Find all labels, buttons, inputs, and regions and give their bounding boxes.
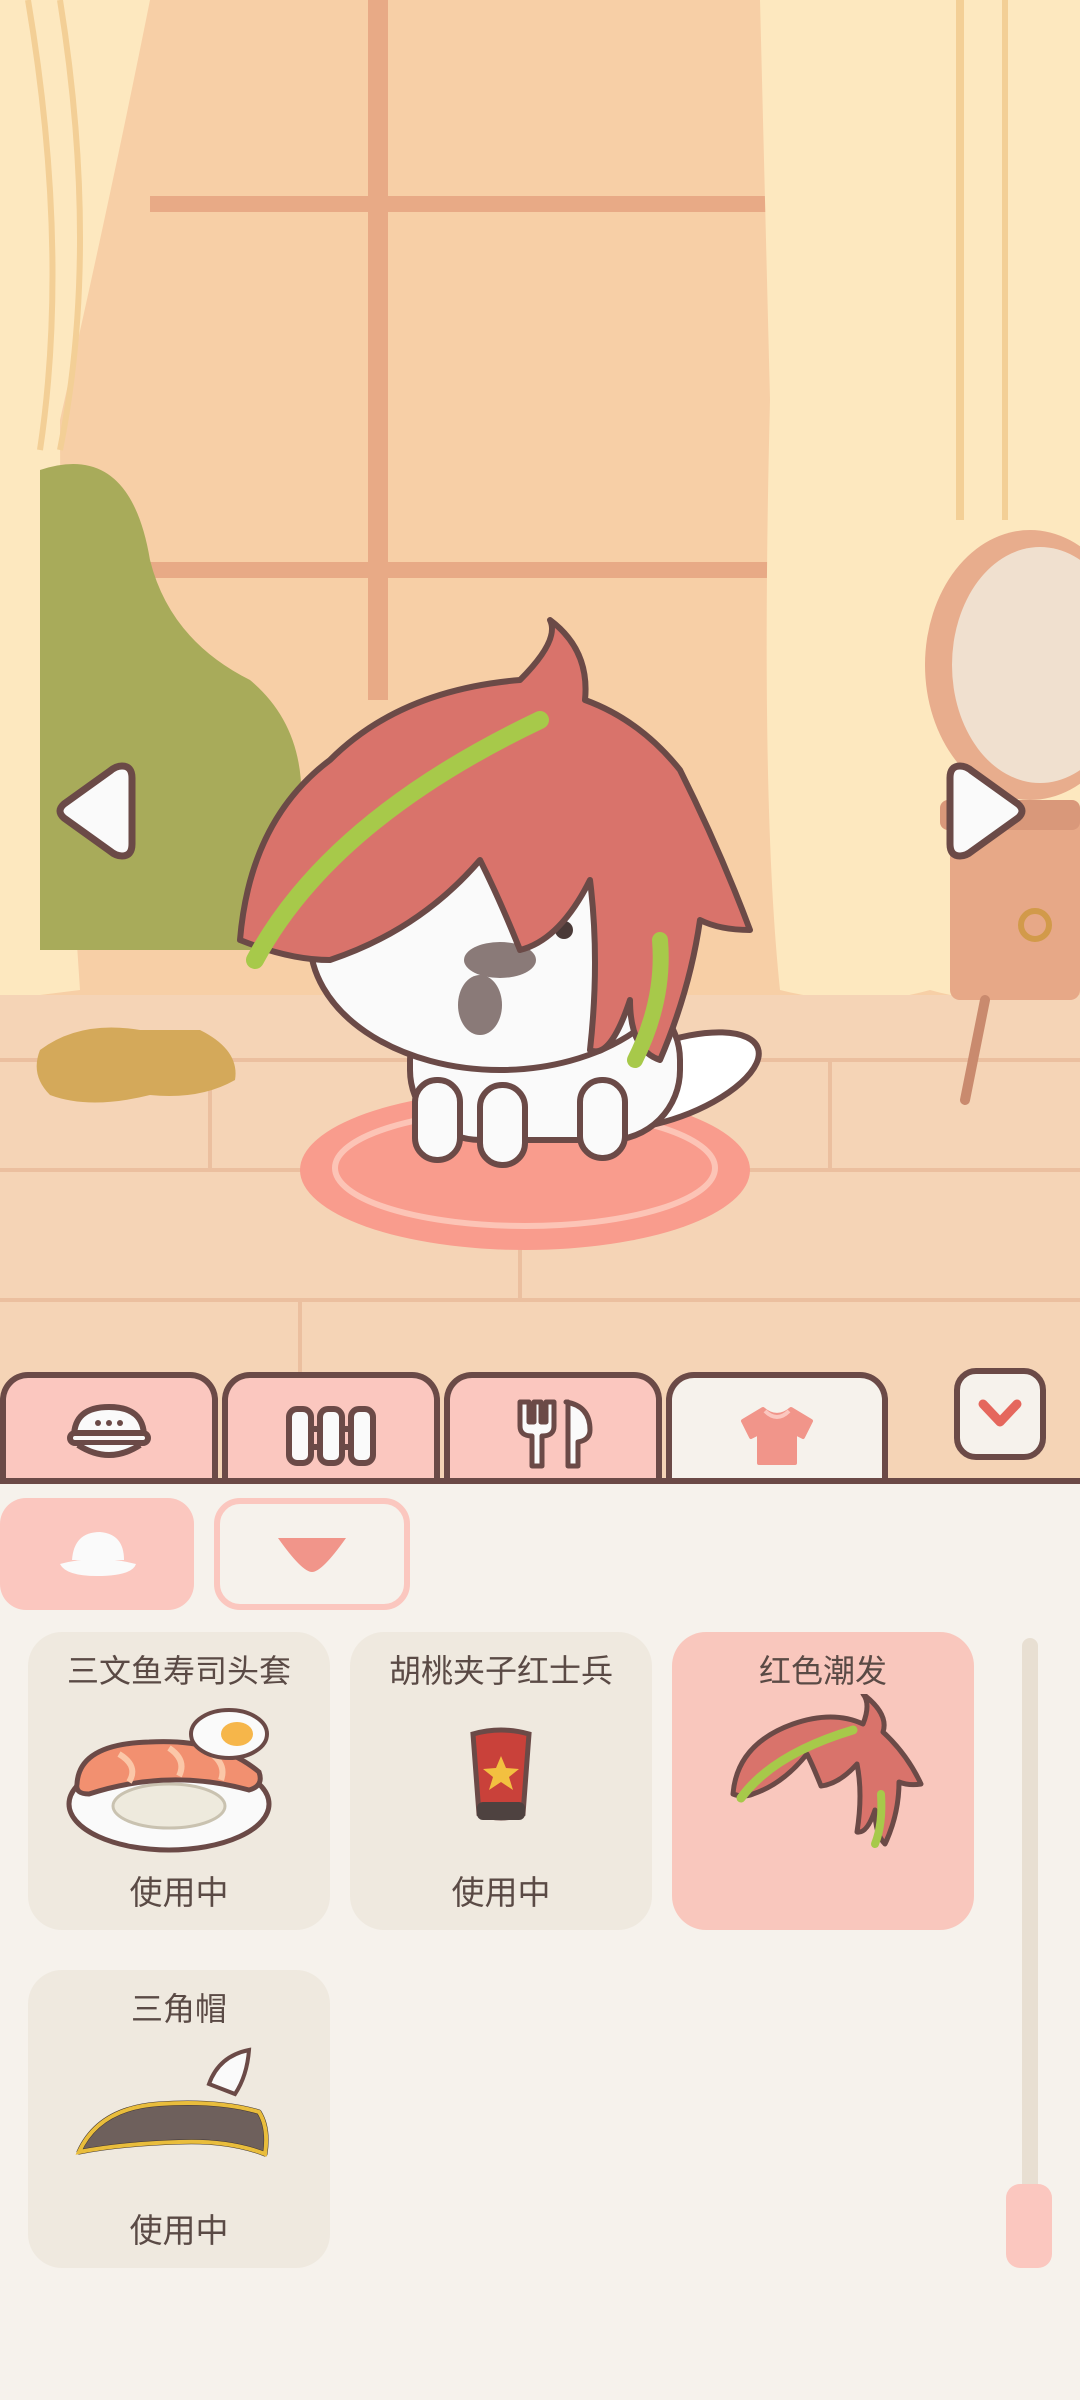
left-triangle-icon (56, 762, 136, 860)
item-name: 三文鱼寿司头套 (66, 1652, 291, 1690)
tab-food[interactable] (0, 1372, 218, 1490)
item-name: 红色潮发 (758, 1652, 887, 1690)
item-card-red-hair[interactable]: 红色潮发 (672, 1632, 974, 1930)
subtab-other[interactable] (214, 1498, 410, 1610)
tab-furniture[interactable] (222, 1372, 440, 1490)
food-bowl-icon (67, 1404, 151, 1458)
right-triangle-icon (946, 762, 1026, 860)
room-background (0, 0, 1080, 1480)
chevron-down-icon (978, 1399, 1022, 1427)
hat-icon (60, 1532, 136, 1576)
category-tab-bar (0, 1372, 1080, 1494)
previous-arrow-button[interactable] (52, 756, 142, 866)
scrollbar-thumb[interactable] (1006, 2184, 1052, 2268)
item-name: 胡桃夹子红士兵 (388, 1652, 613, 1690)
shirt-icon (741, 1407, 813, 1465)
tab-kitchen[interactable] (444, 1372, 662, 1490)
red-hair-icon (730, 1694, 924, 1848)
nutcracker-hat-icon (470, 1727, 532, 1821)
item-card-salmon-sushi-hat[interactable]: 三文鱼寿司头套 使用中 (28, 1632, 330, 1930)
fence-icon (286, 1406, 376, 1466)
item-status: 使用中 (129, 2211, 229, 2250)
tab-clothing[interactable] (666, 1372, 888, 1494)
item-status: 使用中 (451, 1873, 551, 1912)
triangle-down-icon (278, 1538, 346, 1572)
item-name: 三角帽 (130, 1990, 227, 2028)
subtab-hats[interactable] (0, 1498, 194, 1610)
item-card-nutcracker-hat[interactable]: 胡桃夹子红士兵 使用中 (350, 1632, 652, 1930)
cutlery-icon (517, 1399, 593, 1469)
salmon-sushi-hat-icon (66, 1708, 272, 1853)
tricorn-hat-icon (75, 2047, 269, 2157)
next-arrow-button[interactable] (940, 756, 1030, 866)
scrollbar-track[interactable] (1022, 1638, 1038, 2268)
item-status: 使用中 (129, 1873, 229, 1912)
item-card-tricorn-hat[interactable]: 三角帽 使用中 (28, 1970, 330, 2268)
room-scene (0, 0, 1080, 1480)
collapse-panel-button[interactable] (954, 1368, 1046, 1460)
